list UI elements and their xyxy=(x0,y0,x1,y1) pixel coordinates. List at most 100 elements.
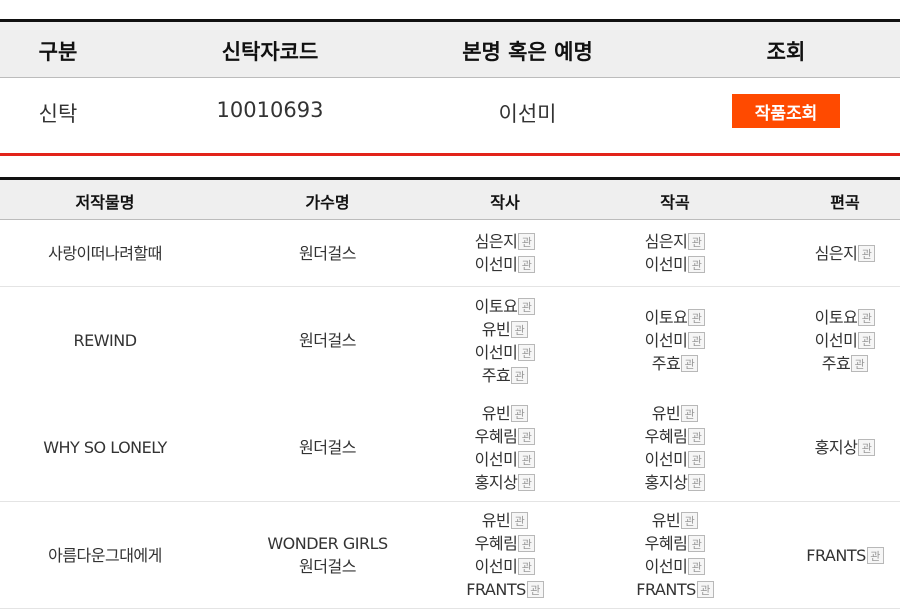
work-title-name: REWIND xyxy=(73,331,137,350)
singer-name: 원더걸스 xyxy=(299,438,356,457)
arranger-name: 홍지상 xyxy=(814,438,858,457)
related-info-icon[interactable]: 관 xyxy=(681,404,699,422)
composer-entry[interactable]: 주효 관 xyxy=(651,352,699,375)
related-info-icon[interactable]: 관 xyxy=(518,233,536,250)
work-title-entry: 아름다운그대에게 xyxy=(48,544,162,567)
related-info-icon[interactable]: 관 xyxy=(696,581,714,598)
related-info-icon[interactable]: 관 xyxy=(688,558,706,575)
lyricist-name: 심은지 xyxy=(474,232,518,251)
works-table-header: 저작물명 가수명 작사 작곡 편곡 xyxy=(0,180,900,220)
lyricist-entry[interactable]: FRANTS 관 xyxy=(466,578,544,601)
related-info-icon[interactable]: 관 xyxy=(518,535,536,552)
header-lyricist: 작사 xyxy=(490,193,520,212)
composer-entry[interactable]: 이선미 관 xyxy=(645,329,706,352)
lyricist-name: 이선미 xyxy=(474,557,518,576)
related-info-icon[interactable]: 관 xyxy=(511,512,529,529)
lyricist-name: 유빈 xyxy=(481,511,511,530)
lyricist-entry[interactable]: 주효 관 xyxy=(482,364,529,387)
related-info-icon[interactable]: 관 xyxy=(688,332,706,349)
lyricist-entry[interactable]: 이선미 관 xyxy=(475,253,536,276)
related-info-icon[interactable]: 관 xyxy=(681,355,699,372)
arranger-entry[interactable]: 이토요 관 xyxy=(815,306,876,329)
related-info-icon[interactable]: 관 xyxy=(518,343,536,361)
related-info-icon[interactable]: 관 xyxy=(518,450,536,468)
related-info-icon[interactable]: 관 xyxy=(518,427,536,445)
related-info-icon[interactable]: 관 xyxy=(518,473,536,491)
related-info-icon[interactable]: 관 xyxy=(511,366,529,384)
lyricist-entry[interactable]: 유빈 관 xyxy=(481,318,529,341)
composer-name: 홍지상 xyxy=(644,472,688,492)
related-info-icon[interactable]: 관 xyxy=(858,309,876,326)
related-info-icon[interactable]: 관 xyxy=(688,473,706,491)
trustee-name-value: 이선미 xyxy=(498,102,557,126)
related-info-icon[interactable]: 관 xyxy=(688,233,706,250)
singer-entry: 원더걸스 xyxy=(299,555,356,578)
lyricist-name: FRANTS xyxy=(466,580,526,599)
composer-entry[interactable]: 이선미 관 xyxy=(645,448,706,471)
related-info-icon[interactable]: 관 xyxy=(511,320,529,338)
related-info-icon[interactable]: 관 xyxy=(688,256,706,273)
lyricist-entry[interactable]: 우혜림 관 xyxy=(475,532,536,555)
related-info-icon[interactable]: 관 xyxy=(858,332,876,349)
composer-cell: 유빈 관 우혜림 관 이선미 관 홍지상 관 xyxy=(590,394,760,501)
lyricist-entry[interactable]: 심은지 관 xyxy=(475,230,536,253)
composer-entry[interactable]: 이선미 관 xyxy=(645,253,706,276)
related-info-icon[interactable]: 관 xyxy=(681,512,699,529)
singer-cell: WONDER GIRLS 원더걸스 xyxy=(210,502,445,608)
view-works-button[interactable]: 작품조회 xyxy=(732,94,840,128)
related-info-icon[interactable]: 관 xyxy=(688,309,706,326)
composer-cell: 유빈 관 우혜림 관 이선미 관 FRANTS 관 xyxy=(590,502,760,608)
arranger-entry[interactable]: 주효 관 xyxy=(822,352,869,375)
lyricist-entry[interactable]: 우혜림 관 xyxy=(475,425,536,448)
arranger-entry[interactable]: 이선미 관 xyxy=(815,329,876,352)
related-info-icon[interactable]: 관 xyxy=(866,546,884,564)
composer-entry[interactable]: 유빈 관 xyxy=(652,402,699,425)
lyricist-cell: 이토요 관 유빈 관 이선미 관 주효 관 xyxy=(420,287,590,394)
composer-entry[interactable]: 이토요 관 xyxy=(645,306,706,329)
lyricist-entry[interactable]: 이토요 관 xyxy=(475,295,536,318)
related-info-icon[interactable]: 관 xyxy=(858,439,876,456)
lyricist-entry[interactable]: 이선미 관 xyxy=(475,555,536,578)
related-info-icon[interactable]: 관 xyxy=(526,581,544,598)
arranger-entry[interactable]: FRANTS 관 xyxy=(806,544,884,567)
related-info-icon[interactable]: 관 xyxy=(518,558,536,575)
composer-entry[interactable]: 이선미 관 xyxy=(645,555,706,578)
singer-entry: WONDER GIRLS xyxy=(267,532,388,555)
arranger-entry[interactable]: 홍지상 관 xyxy=(815,436,876,459)
composer-entry[interactable]: 우혜림 관 xyxy=(645,532,706,555)
lyricist-name: 홍지상 xyxy=(474,472,518,492)
composer-entry[interactable]: 홍지상 관 xyxy=(645,471,706,494)
work-title-entry: 사랑이떠나려할때 xyxy=(48,242,162,265)
lyricist-name: 유빈 xyxy=(481,319,511,339)
composer-cell: 이토요 관 이선미 관 주효 관 xyxy=(590,287,760,394)
related-info-icon[interactable]: 관 xyxy=(688,535,706,552)
arranger-cell: FRANTS 관 xyxy=(760,502,900,608)
related-info-icon[interactable]: 관 xyxy=(851,355,869,372)
category-value: 신탁 xyxy=(38,102,78,126)
composer-name: 우혜림 xyxy=(644,426,688,446)
lyricist-entry[interactable]: 홍지상 관 xyxy=(475,471,536,494)
lyricist-entry[interactable]: 유빈 관 xyxy=(482,402,529,425)
related-info-icon[interactable]: 관 xyxy=(518,297,536,315)
composer-name: 주효 xyxy=(651,354,681,373)
related-info-icon[interactable]: 관 xyxy=(511,404,529,422)
lyricist-entry[interactable]: 이선미 관 xyxy=(475,341,536,364)
lyricist-name: 우혜림 xyxy=(474,426,518,446)
composer-entry[interactable]: FRANTS 관 xyxy=(636,578,714,601)
composer-entry[interactable]: 유빈 관 xyxy=(651,509,699,532)
lyricist-entry[interactable]: 이선미 관 xyxy=(475,448,536,471)
related-info-icon[interactable]: 관 xyxy=(688,450,706,468)
trustee-info-header: 구분 신탁자코드 본명 혹은 예명 조회 xyxy=(0,22,900,78)
related-info-icon[interactable]: 관 xyxy=(688,427,706,445)
composer-name: 유빈 xyxy=(651,511,681,530)
related-info-icon[interactable]: 관 xyxy=(518,256,536,273)
work-title-name: WHY SO LONELY xyxy=(43,438,167,457)
composer-entry[interactable]: 우혜림 관 xyxy=(645,425,706,448)
works-table: 저작물명 가수명 작사 작곡 편곡 사랑이떠나려할때 원더걸스 심은지 관 이선미 관 심은… xyxy=(0,177,900,609)
related-info-icon[interactable]: 관 xyxy=(858,244,876,262)
arranger-entry[interactable]: 심은지 관 xyxy=(815,242,876,265)
work-title-entry: WHY SO LONELY xyxy=(43,436,167,459)
composer-name: 심은지 xyxy=(644,232,688,251)
composer-entry[interactable]: 심은지 관 xyxy=(645,230,706,253)
lyricist-entry[interactable]: 유빈 관 xyxy=(481,509,529,532)
